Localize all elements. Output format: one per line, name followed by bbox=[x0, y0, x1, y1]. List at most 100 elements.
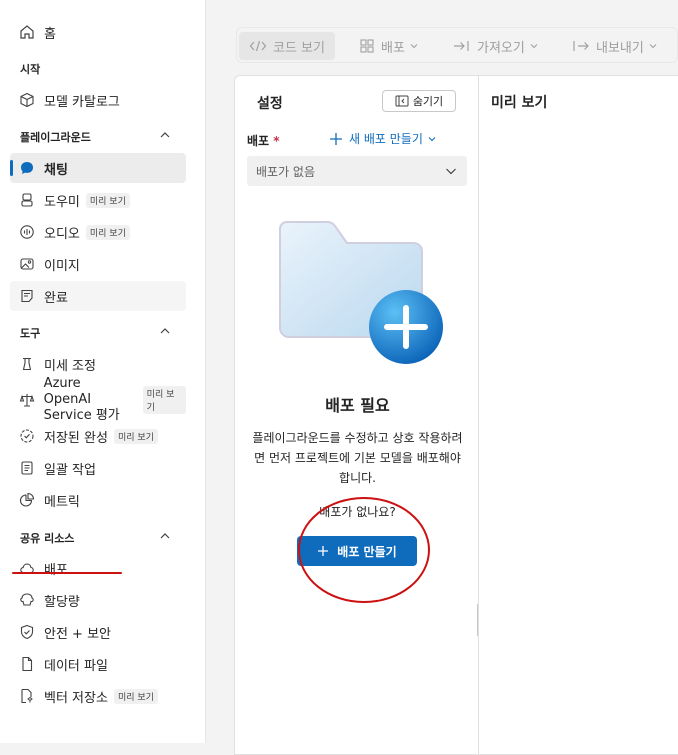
sidebar-item-label: Azure OpenAI bbox=[43, 376, 92, 407]
sidebar-item-label: 도우미 bbox=[44, 194, 80, 210]
settings-panel: 설정 숨기기 배포 * 새 배포 만들기 배포가 없음 배포 필요 플레이그라운… bbox=[234, 75, 479, 755]
deploy-menu-button[interactable]: 배포 bbox=[359, 32, 419, 60]
sidebar-item-label: 저장된 완성 bbox=[44, 430, 108, 446]
completions-icon bbox=[18, 287, 36, 305]
panel-collapse-icon bbox=[395, 95, 409, 107]
chevron-down-icon bbox=[446, 168, 456, 175]
empty-state-title: 배포 필요 bbox=[325, 396, 390, 415]
sidebar-item-safety[interactable]: 안전 + 보안 bbox=[10, 617, 186, 647]
sidebar-item-quota[interactable]: 할당량 bbox=[10, 585, 186, 615]
pie-chart-icon bbox=[18, 491, 36, 509]
batch-icon bbox=[18, 459, 36, 477]
stored-completions-icon bbox=[18, 427, 36, 445]
chat-icon bbox=[18, 159, 36, 177]
sidebar-item-label: 완료 bbox=[44, 290, 68, 306]
sidebar-item-label: 데이터 파일 bbox=[44, 658, 108, 674]
sidebar-item-label: 이미지 bbox=[44, 258, 80, 274]
new-deployment-button[interactable]: 새 배포 만들기 bbox=[329, 130, 437, 147]
sidebar-item-data-files[interactable]: 데이터 파일 bbox=[10, 649, 186, 679]
chevron-up-icon[interactable] bbox=[158, 529, 172, 543]
preview-badge: 미리 보기 bbox=[113, 688, 158, 704]
deploy-label: 배포 bbox=[381, 40, 405, 56]
chevron-down-icon bbox=[530, 44, 538, 49]
annotation-circle bbox=[298, 497, 430, 603]
import-menu-button[interactable]: 가져오기 bbox=[453, 32, 539, 60]
chevron-up-icon[interactable] bbox=[158, 128, 172, 142]
sidebar-item-home[interactable]: 홈 bbox=[10, 17, 186, 47]
sidebar-item-completions[interactable]: 완료 bbox=[10, 281, 186, 311]
cube-icon bbox=[18, 91, 36, 109]
azure-eval-text: Azure OpenAI Service 평가 bbox=[44, 376, 131, 424]
sidebar-item-batch-jobs[interactable]: 일괄 작업 bbox=[10, 453, 186, 483]
sidebar-item-label: 채팅 bbox=[44, 162, 68, 178]
sidebar-item-label: 미세 조정 bbox=[44, 358, 96, 374]
export-menu-button[interactable]: 내보내기 bbox=[572, 32, 658, 60]
sidebar-item-chat[interactable]: 채팅 bbox=[10, 153, 186, 183]
preview-title: 미리 보기 bbox=[491, 95, 548, 111]
preview-badge: 미리 보기 bbox=[85, 192, 130, 208]
hide-label: 숨기기 bbox=[412, 95, 444, 108]
vector-store-icon bbox=[18, 687, 36, 705]
image-icon bbox=[18, 255, 36, 273]
sidebar-item-azure-eval[interactable]: Azure OpenAI Service 평가 미리 보기 bbox=[10, 376, 186, 423]
sidebar-item-label: 일괄 작업 bbox=[44, 462, 96, 478]
cloud-icon bbox=[18, 559, 36, 577]
folder-illustration bbox=[279, 221, 443, 364]
sidebar-item-audio[interactable]: 오디오 미리 보기 bbox=[10, 217, 186, 247]
preview-badge: 미리 보기 bbox=[85, 224, 130, 240]
settings-title: 설정 bbox=[257, 96, 283, 112]
sidebar-item-vector-stores[interactable]: 벡터 저장소 미리 보기 bbox=[10, 681, 186, 711]
plus-icon bbox=[330, 132, 342, 145]
new-deployment-label: 새 배포 만들기 bbox=[349, 132, 423, 146]
deployment-select-value: 배포가 없음 bbox=[256, 164, 316, 179]
empty-state-description: 플레이그라운드를 수정하고 상호 작용하려면 먼저 프로젝트에 기본 모델을 배… bbox=[252, 431, 463, 485]
fine-tuning-icon bbox=[18, 355, 36, 373]
section-playground: 플레이그라운드 bbox=[20, 131, 91, 144]
quota-icon bbox=[18, 591, 36, 609]
sidebar-item-metrics[interactable]: 메트릭 bbox=[10, 485, 186, 515]
audio-icon bbox=[18, 223, 36, 241]
section-tools: 도구 bbox=[20, 327, 41, 340]
chevron-down-icon bbox=[428, 136, 436, 141]
code-view-label: 코드 보기 bbox=[273, 40, 325, 56]
hide-button[interactable]: 숨기기 bbox=[382, 90, 456, 112]
export-label: 내보내기 bbox=[596, 40, 644, 56]
scale-icon bbox=[18, 391, 36, 409]
sidebar-item-label: 안전 + 보안 bbox=[44, 626, 111, 642]
sidebar-item-label: 배포 bbox=[44, 562, 68, 578]
import-label: 가져오기 bbox=[477, 40, 525, 56]
chevron-down-icon bbox=[410, 44, 418, 49]
export-icon bbox=[572, 39, 590, 53]
assistant-icon bbox=[18, 191, 36, 209]
section-start: 시작 bbox=[20, 63, 41, 76]
file-icon bbox=[18, 655, 36, 673]
required-mark: * bbox=[273, 134, 280, 148]
sidebar-item-label: 홈 bbox=[44, 26, 56, 42]
sidebar-item-fine-tuning[interactable]: 미세 조정 bbox=[10, 349, 186, 379]
chevron-up-icon[interactable] bbox=[158, 324, 172, 338]
preview-badge: 미리 보기 bbox=[113, 428, 158, 444]
sidebar-item-label: 메트릭 bbox=[44, 494, 80, 510]
annotation-underline bbox=[12, 572, 122, 574]
cube-icon bbox=[359, 38, 375, 54]
deployment-label-text: 배포 bbox=[247, 134, 270, 148]
deployment-select[interactable]: 배포가 없음 bbox=[247, 156, 467, 186]
sidebar-item-label: 할당량 bbox=[44, 594, 80, 610]
sidebar-item-assistant[interactable]: 도우미 미리 보기 bbox=[10, 185, 186, 215]
sidebar-item-image[interactable]: 이미지 bbox=[10, 249, 186, 279]
deployment-label: 배포 * bbox=[247, 132, 280, 149]
sidebar-item-label: 모델 카탈로그 bbox=[44, 94, 120, 110]
sidebar-item-deployments[interactable]: 배포 bbox=[10, 553, 186, 583]
sidebar-item-model-catalog[interactable]: 모델 카탈로그 bbox=[10, 85, 186, 115]
section-shared-resources: 공유 리소스 bbox=[20, 532, 75, 545]
preview-badge: 미리 보기 bbox=[142, 386, 186, 414]
import-icon bbox=[453, 39, 471, 53]
chevron-down-icon bbox=[649, 44, 657, 49]
shield-icon bbox=[18, 623, 36, 641]
sidebar: 홈 시작 모델 카탈로그 플레이그라운드 채팅 도우미 미리 보기 오디오 미리… bbox=[0, 0, 206, 743]
code-icon bbox=[249, 39, 267, 53]
sidebar-item-stored-completions[interactable]: 저장된 완성 미리 보기 bbox=[10, 421, 186, 451]
code-view-button[interactable]: 코드 보기 bbox=[239, 32, 335, 60]
sidebar-item-label: 오디오 bbox=[44, 226, 80, 242]
toolbar: 코드 보기 배포 가져오기 내보내기 bbox=[236, 27, 678, 63]
